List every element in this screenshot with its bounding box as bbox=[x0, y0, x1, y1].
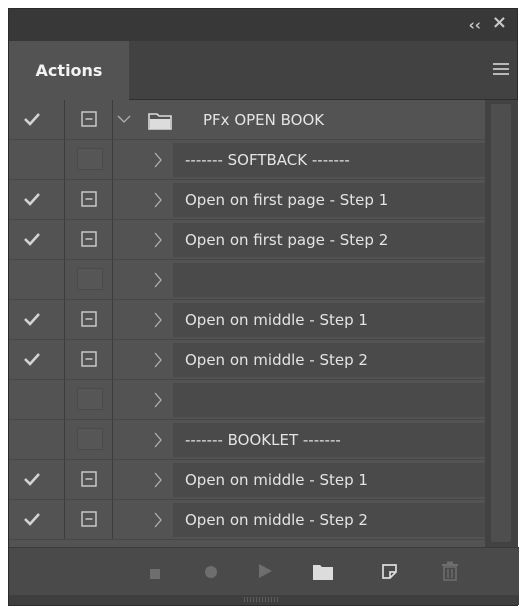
toggle-item-cell[interactable] bbox=[9, 420, 65, 460]
toggle-item-cell[interactable] bbox=[9, 180, 65, 220]
toggle-dialog-cell[interactable] bbox=[65, 500, 113, 540]
scrollbar-thumb[interactable] bbox=[491, 104, 511, 542]
action-row[interactable]: Open on first page - Step 1 bbox=[9, 180, 485, 220]
action-label: Open on first page - Step 2 bbox=[185, 231, 389, 249]
toggle-item-cell[interactable] bbox=[9, 220, 65, 260]
action-cell[interactable]: Open on middle - Step 2 bbox=[173, 503, 485, 537]
action-cell[interactable]: Open on first page - Step 2 bbox=[173, 223, 485, 257]
resize-grip[interactable] bbox=[9, 595, 519, 605]
dialog-placeholder bbox=[77, 268, 103, 290]
toggle-item-cell[interactable] bbox=[9, 260, 65, 300]
toggle-dialog-cell[interactable] bbox=[65, 460, 113, 500]
close-icon[interactable]: × bbox=[492, 14, 507, 32]
toggle-dialog-cell[interactable] bbox=[65, 420, 113, 460]
action-row[interactable]: Open on middle - Step 2 bbox=[9, 500, 485, 540]
new-set-icon[interactable] bbox=[312, 563, 334, 585]
dialog-placeholder bbox=[77, 148, 103, 170]
toggle-dialog-cell[interactable] bbox=[65, 140, 113, 180]
toggle-item-cell[interactable] bbox=[9, 100, 65, 140]
tab-bar: Actions bbox=[9, 41, 517, 100]
toggle-item-cell[interactable] bbox=[9, 300, 65, 340]
action-row[interactable] bbox=[9, 380, 485, 420]
action-row[interactable]: ------- BOOKLET ------- bbox=[9, 420, 485, 460]
action-cell[interactable]: Open on middle - Step 2 bbox=[173, 343, 485, 377]
action-row[interactable]: ------- SOFTBACK ------- bbox=[9, 140, 485, 180]
toggle-item-cell[interactable] bbox=[9, 380, 65, 420]
toggle-dialog-cell[interactable] bbox=[65, 380, 113, 420]
action-label: Open on middle - Step 1 bbox=[185, 311, 368, 329]
record-icon[interactable] bbox=[204, 564, 218, 583]
stop-icon[interactable] bbox=[149, 565, 161, 584]
action-label: Open on middle - Step 2 bbox=[185, 351, 368, 369]
panel-menu-icon[interactable] bbox=[493, 63, 509, 77]
action-cell[interactable]: Open on middle - Step 1 bbox=[173, 463, 485, 497]
toggle-dialog-cell[interactable] bbox=[65, 340, 113, 380]
action-cell[interactable] bbox=[173, 383, 485, 417]
actions-panel: ‹‹ × Actions PFx OPEN BOOK ------- SOFTB… bbox=[8, 8, 519, 606]
panel-footer bbox=[9, 547, 519, 596]
actions-list: PFx OPEN BOOK ------- SOFTBACK ------- Op… bbox=[9, 100, 485, 547]
action-set-row[interactable]: PFx OPEN BOOK bbox=[9, 100, 485, 140]
play-icon[interactable] bbox=[257, 563, 273, 583]
toggle-item-cell[interactable] bbox=[9, 500, 65, 540]
dialog-placeholder bbox=[77, 388, 103, 410]
action-label: Open on middle - Step 1 bbox=[185, 471, 368, 489]
action-set-name: PFx OPEN BOOK bbox=[203, 111, 325, 129]
action-label: ------- SOFTBACK ------- bbox=[185, 151, 350, 169]
action-label: ------- BOOKLET ------- bbox=[185, 431, 341, 449]
action-label: Open on middle - Step 2 bbox=[185, 511, 368, 529]
action-row[interactable]: Open on middle - Step 1 bbox=[9, 460, 485, 500]
action-row[interactable]: Open on middle - Step 2 bbox=[9, 340, 485, 380]
action-row[interactable]: Open on first page - Step 2 bbox=[9, 220, 485, 260]
action-cell[interactable]: Open on first page - Step 1 bbox=[173, 183, 485, 217]
toggle-item-cell[interactable] bbox=[9, 460, 65, 500]
action-row[interactable]: Open on middle - Step 1 bbox=[9, 300, 485, 340]
action-cell[interactable]: ------- BOOKLET ------- bbox=[173, 423, 485, 457]
toggle-dialog-cell[interactable] bbox=[65, 300, 113, 340]
toggle-dialog-cell[interactable] bbox=[65, 220, 113, 260]
action-cell[interactable] bbox=[173, 263, 485, 297]
scrollbar[interactable] bbox=[485, 100, 518, 547]
action-cell[interactable]: Open on middle - Step 1 bbox=[173, 303, 485, 337]
new-action-icon[interactable] bbox=[381, 563, 399, 585]
collapse-icon[interactable]: ‹‹ bbox=[469, 17, 481, 33]
panel-titlebar: ‹‹ × bbox=[9, 9, 517, 41]
dialog-placeholder bbox=[77, 428, 103, 450]
toggle-dialog-cell[interactable] bbox=[65, 100, 113, 140]
toggle-dialog-cell[interactable] bbox=[65, 180, 113, 220]
action-cell[interactable]: ------- SOFTBACK ------- bbox=[173, 143, 485, 177]
action-row[interactable] bbox=[9, 260, 485, 300]
trash-icon[interactable] bbox=[441, 561, 459, 585]
toggle-item-cell[interactable] bbox=[9, 140, 65, 180]
tab-actions[interactable]: Actions bbox=[9, 41, 129, 100]
toggle-item-cell[interactable] bbox=[9, 340, 65, 380]
action-label: Open on first page - Step 1 bbox=[185, 191, 389, 209]
toggle-dialog-cell[interactable] bbox=[65, 260, 113, 300]
